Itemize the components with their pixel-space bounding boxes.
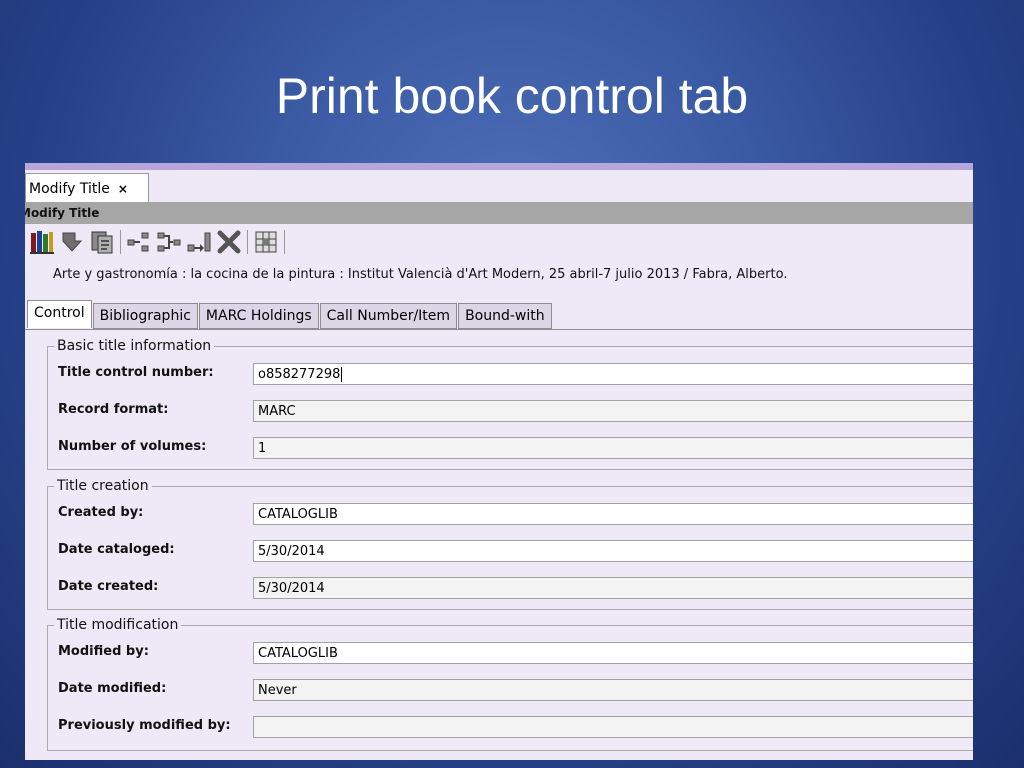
row-date-created: Date created: 5/30/2014 bbox=[58, 577, 973, 601]
top-accent-strip bbox=[25, 163, 973, 170]
copy-record-icon[interactable] bbox=[87, 228, 117, 256]
app-window: Modify Title × Modify Title Arte y gastr… bbox=[25, 163, 973, 760]
transfer-icon[interactable] bbox=[184, 228, 214, 256]
tab-bound-with[interactable]: Bound-with bbox=[458, 303, 552, 329]
field-value: o858277298 bbox=[258, 367, 341, 382]
record-format-field: MARC bbox=[253, 400, 973, 422]
group-legend: Title creation bbox=[54, 478, 152, 494]
split-icon[interactable] bbox=[124, 228, 154, 256]
row-date-modified: Date modified: Never bbox=[58, 679, 973, 703]
tab-call-number-item[interactable]: Call Number/Item bbox=[319, 303, 458, 329]
field-label: Date created: bbox=[58, 579, 159, 594]
group-legend: Title modification bbox=[54, 617, 182, 633]
doc-tab-modify-title[interactable]: Modify Title × bbox=[25, 173, 149, 202]
arrow-down-icon[interactable] bbox=[57, 228, 87, 256]
field-label: Previously modified by: bbox=[58, 718, 231, 733]
row-previously-modified-by: Previously modified by: bbox=[58, 716, 973, 740]
field-label: Date modified: bbox=[58, 681, 167, 696]
field-label: Record format: bbox=[58, 402, 169, 417]
toolbar bbox=[27, 227, 288, 257]
tab-bar-divider bbox=[25, 329, 973, 330]
book-stack-icon[interactable] bbox=[27, 228, 57, 256]
close-icon[interactable]: × bbox=[118, 182, 128, 196]
field-label: Modified by: bbox=[58, 644, 149, 659]
row-date-cataloged: Date cataloged: 5/30/2014 bbox=[58, 540, 973, 564]
field-label: Number of volumes: bbox=[58, 439, 207, 454]
number-of-volumes-field: 1 bbox=[253, 437, 973, 459]
tab-bibliographic[interactable]: Bibliographic bbox=[92, 303, 198, 329]
row-title-control-number: Title control number: o858277298 bbox=[58, 363, 973, 387]
date-created-field: 5/30/2014 bbox=[253, 577, 973, 599]
row-record-format: Record format: MARC bbox=[58, 400, 973, 424]
text-cursor bbox=[341, 367, 343, 382]
delete-icon[interactable] bbox=[214, 228, 244, 256]
row-created-by: Created by: CATALOGLIB bbox=[58, 503, 973, 527]
doc-tab-label: Modify Title bbox=[29, 181, 110, 197]
toolbar-separator bbox=[284, 230, 285, 254]
date-modified-field: Never bbox=[253, 679, 973, 701]
toolbar-separator bbox=[247, 230, 248, 254]
field-label: Date cataloged: bbox=[58, 542, 175, 557]
modified-by-field[interactable]: CATALOGLIB bbox=[253, 642, 973, 664]
slide-title: Print book control tab bbox=[275, 68, 749, 124]
field-label: Created by: bbox=[58, 505, 144, 520]
group-basic-title-information: Basic title information Title control nu… bbox=[47, 338, 973, 470]
group-title-creation: Title creation Created by: CATALOGLIB Da… bbox=[47, 478, 973, 610]
toolbar-separator bbox=[120, 230, 121, 254]
group-legend: Basic title information bbox=[54, 338, 215, 354]
tab-bar: Control Bibliographic MARC Holdings Call… bbox=[27, 300, 553, 329]
row-number-of-volumes: Number of volumes: 1 bbox=[58, 437, 973, 461]
field-label: Title control number: bbox=[58, 365, 214, 380]
tab-control[interactable]: Control bbox=[27, 300, 92, 328]
title-control-number-input[interactable]: o858277298 bbox=[253, 363, 973, 385]
date-cataloged-field[interactable]: 5/30/2014 bbox=[253, 540, 973, 562]
row-modified-by: Modified by: CATALOGLIB bbox=[58, 642, 973, 666]
grid-icon[interactable] bbox=[251, 228, 281, 256]
record-heading: Arte y gastronomía : la cocina de la pin… bbox=[53, 267, 788, 282]
previously-modified-by-field bbox=[253, 716, 973, 738]
merge-icon[interactable] bbox=[154, 228, 184, 256]
panel-title-bar: Modify Title bbox=[25, 202, 973, 224]
group-title-modification: Title modification Modified by: CATALOGL… bbox=[47, 617, 973, 751]
tab-marc-holdings[interactable]: MARC Holdings bbox=[198, 303, 319, 329]
created-by-field[interactable]: CATALOGLIB bbox=[253, 503, 973, 525]
